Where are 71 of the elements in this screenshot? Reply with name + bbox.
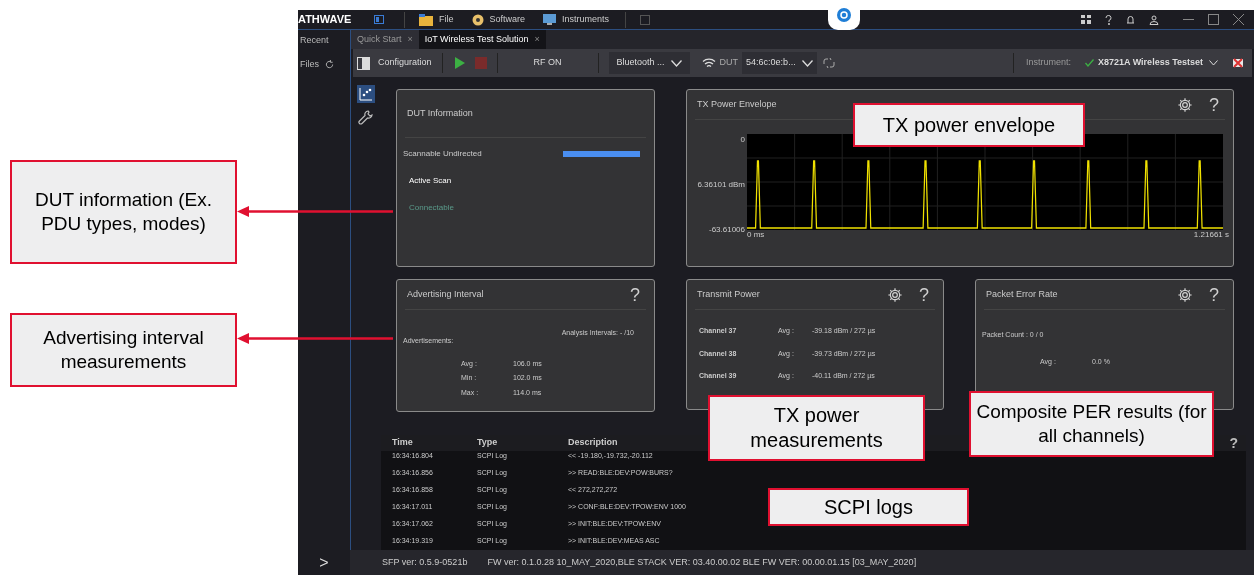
status-text: SFP ver: 0.5.9-0521b bbox=[382, 555, 468, 569]
panel-icon[interactable] bbox=[374, 15, 384, 24]
column-header: Time bbox=[392, 436, 414, 450]
chevron-down-icon bbox=[1209, 60, 1218, 66]
wifi-icon bbox=[701, 58, 716, 68]
sidebar-item[interactable]: Recent bbox=[300, 34, 329, 48]
axis-tick-label: 6.36101 dBm bbox=[697, 179, 745, 191]
settings-icon[interactable] bbox=[1177, 96, 1193, 113]
callout-label: DUT information (Ex. PDU types, modes) bbox=[10, 160, 237, 264]
help-icon[interactable]: ? bbox=[630, 285, 640, 304]
chevron-down-icon bbox=[670, 59, 682, 67]
bell-icon[interactable] bbox=[1126, 14, 1135, 25]
chevron-down-icon bbox=[801, 59, 813, 67]
scatter-chart-icon[interactable] bbox=[357, 85, 375, 103]
tab[interactable]: Quick Start × bbox=[351, 30, 419, 49]
callout-label: TX power envelope bbox=[853, 103, 1085, 147]
callout-label: SCPI logs bbox=[768, 488, 969, 526]
swap-icon[interactable] bbox=[822, 57, 835, 69]
axis-tick-label: 0 ms bbox=[747, 230, 765, 240]
close-icon[interactable] bbox=[1233, 14, 1244, 25]
panel-title: DUT Information bbox=[407, 106, 473, 120]
axis-tick-label: -63.61006 bbox=[708, 224, 745, 236]
callout-label: Advertising interval measurements bbox=[10, 313, 237, 387]
help-icon[interactable] bbox=[1105, 14, 1112, 25]
play-icon[interactable] bbox=[454, 57, 465, 69]
help-icon[interactable]: ? bbox=[1209, 285, 1219, 304]
folder-icon bbox=[419, 13, 433, 26]
menu-item[interactable]: Software bbox=[471, 12, 526, 27]
panel-title: Transmit Power bbox=[697, 287, 760, 301]
instrument-label: Instrument: bbox=[1026, 56, 1071, 70]
menu-item[interactable]: File bbox=[419, 12, 454, 27]
protocol-dropdown[interactable]: Bluetooth ... bbox=[608, 52, 690, 74]
pdu-type-label: Active Scan bbox=[408, 175, 452, 187]
settings-icon[interactable] bbox=[887, 286, 903, 303]
instrument-dropdown[interactable]: X8721A Wireless Testset bbox=[1085, 56, 1218, 70]
sidebar-item[interactable]: Files bbox=[300, 57, 319, 71]
app-logo: ATHWAVE bbox=[298, 12, 353, 28]
refresh-icon[interactable] bbox=[325, 59, 334, 69]
panel-title: Packet Error Rate bbox=[986, 287, 1058, 301]
configuration-button[interactable]: Configuration bbox=[353, 56, 436, 70]
monitor-icon bbox=[543, 14, 557, 25]
help-icon[interactable]: ? bbox=[1229, 432, 1246, 454]
tab[interactable]: IoT Wireless Test Solution × bbox=[418, 30, 546, 49]
panel-title: TX Power Envelope bbox=[697, 97, 777, 111]
menu-item[interactable]: Instruments bbox=[543, 12, 610, 27]
column-header: Description bbox=[568, 436, 618, 450]
column-header: Type bbox=[477, 436, 499, 450]
wrench-icon[interactable] bbox=[358, 109, 374, 125]
settings-icon[interactable] bbox=[1177, 286, 1193, 303]
help-icon[interactable]: ? bbox=[919, 285, 929, 304]
disconnect-icon[interactable] bbox=[1232, 58, 1244, 68]
panel-title: Advertising Interval bbox=[407, 287, 484, 301]
dut-dropdown[interactable]: 54:6c:0e:b... bbox=[742, 52, 817, 74]
pdu-type-label: Connectable bbox=[408, 202, 454, 214]
user-icon[interactable] bbox=[1149, 14, 1159, 25]
minimize-icon[interactable] bbox=[1183, 18, 1194, 21]
expand-button[interactable]: > bbox=[298, 550, 350, 575]
dut-label: DUT bbox=[719, 56, 739, 70]
disc-icon bbox=[471, 13, 484, 26]
callout-label: TX power measurements bbox=[708, 395, 925, 461]
grid-icon[interactable] bbox=[1081, 15, 1091, 24]
axis-tick-label: 1.21661 s bbox=[1193, 230, 1229, 240]
rf-on-button[interactable]: RF ON bbox=[497, 56, 598, 70]
axis-tick-label: 0 bbox=[740, 134, 745, 146]
status-text: FW ver: 0.1.0.28 10_MAY_2020,BLE STACK VER: 03.40.00.02 BLE FW VER: 00.00.01.15 [03_MAY_2020] bbox=[487, 555, 917, 569]
chat-icon bbox=[836, 7, 852, 23]
callout-label: Composite PER results (for all channels) bbox=[969, 391, 1214, 457]
help-icon[interactable]: ? bbox=[1209, 95, 1219, 114]
maximize-icon[interactable] bbox=[1208, 14, 1219, 25]
pdu-type-label: Scannable Undirected bbox=[403, 148, 482, 160]
sidebar-toggle-icon bbox=[357, 56, 370, 70]
